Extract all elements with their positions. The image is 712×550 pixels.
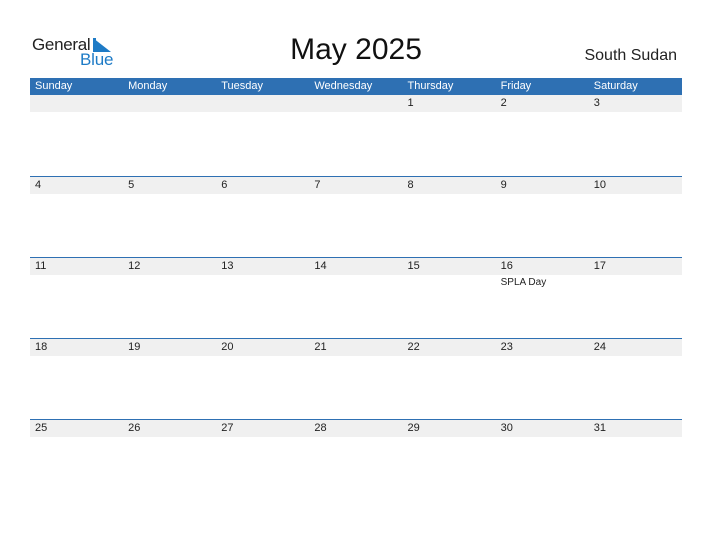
- weekday-thursday: Thursday: [407, 80, 454, 92]
- week-row-1: 1 2 3: [30, 95, 682, 176]
- event-cell: [309, 356, 402, 358]
- country-label: South Sudan: [584, 47, 677, 64]
- day-cell: 13: [221, 260, 234, 272]
- event-cell: [123, 356, 216, 358]
- event-cell: [216, 356, 309, 358]
- weekday-tuesday: Tuesday: [221, 80, 264, 92]
- day-cell: 5: [128, 179, 135, 191]
- event-cell: [496, 112, 589, 114]
- event-cell: [309, 194, 402, 196]
- week-row-5: 25 26 27 28 29 30 31: [30, 419, 682, 500]
- date-strip: 11 12 13 14 15 16 17: [30, 258, 682, 275]
- day-cell: 22: [407, 341, 420, 353]
- day-cell: 3: [593, 97, 600, 109]
- event-cell: [589, 437, 682, 439]
- weekday-saturday: Saturday: [593, 80, 638, 92]
- weekday-monday: Monday: [128, 80, 168, 92]
- weekday-sunday: Sunday: [35, 80, 73, 92]
- day-cell: 16: [500, 260, 513, 272]
- day-cell: 18: [35, 341, 48, 353]
- day-cell: 7: [314, 179, 321, 191]
- calendar-grid: Sunday Monday Tuesday Wednesday Thursday…: [30, 78, 682, 500]
- week-row-2: 4 5 6 7 8 9 10: [30, 176, 682, 257]
- holiday-spla-day: SPLA Day: [500, 277, 547, 288]
- day-cell: [309, 95, 402, 112]
- weekday-wednesday: Wednesday: [314, 80, 373, 92]
- event-cell: [589, 275, 682, 288]
- event-cell: [216, 112, 309, 114]
- day-cell: 6: [221, 179, 228, 191]
- event-row: SPLA Day: [30, 275, 682, 288]
- event-cell: [309, 275, 402, 288]
- event-cell: [30, 194, 123, 196]
- day-cell: [30, 95, 123, 112]
- weekday-friday: Friday: [500, 80, 532, 92]
- event-cell: [403, 437, 496, 439]
- date-strip: 1 2 3: [30, 95, 682, 112]
- day-cell: 14: [314, 260, 327, 272]
- week-row-4: 18 19 20 21 22 23 24: [30, 338, 682, 419]
- event-cell: [123, 112, 216, 114]
- event-cell: [403, 194, 496, 196]
- event-cell: [216, 194, 309, 196]
- event-cell: [403, 356, 496, 358]
- event-cell: [30, 437, 123, 439]
- event-cell: [123, 194, 216, 196]
- event-cell: [123, 437, 216, 439]
- event-row: [30, 112, 682, 114]
- week-row-3: 11 12 13 14 15 16 17 SPLA Day: [30, 257, 682, 338]
- event-cell: [309, 437, 402, 439]
- event-cell: [589, 194, 682, 196]
- event-cell: [496, 194, 589, 196]
- day-cell: 17: [593, 260, 606, 272]
- event-cell: [589, 112, 682, 114]
- day-cell: 1: [407, 97, 414, 109]
- day-cell: 10: [593, 179, 606, 191]
- day-cell: 31: [593, 422, 606, 434]
- event-cell: [403, 112, 496, 114]
- day-cell: 25: [35, 422, 48, 434]
- date-strip: 25 26 27 28 29 30 31: [30, 420, 682, 437]
- date-strip: 18 19 20 21 22 23 24: [30, 339, 682, 356]
- event-cell: [30, 112, 123, 114]
- event-row: [30, 356, 682, 358]
- day-cell: 19: [128, 341, 141, 353]
- event-cell: [30, 275, 123, 288]
- event-cell: [30, 356, 123, 358]
- day-cell: [216, 95, 309, 112]
- event-cell: [496, 356, 589, 358]
- weekday-header: Sunday Monday Tuesday Wednesday Thursday…: [30, 78, 682, 95]
- day-cell: 20: [221, 341, 234, 353]
- event-cell: [403, 275, 496, 288]
- day-cell: 11: [35, 260, 47, 272]
- day-cell: 23: [500, 341, 513, 353]
- day-cell: 15: [407, 260, 420, 272]
- day-cell: 24: [593, 341, 606, 353]
- day-cell: 21: [314, 341, 327, 353]
- day-cell: 27: [221, 422, 234, 434]
- day-cell: [123, 95, 216, 112]
- day-cell: 28: [314, 422, 327, 434]
- day-cell: 4: [35, 179, 42, 191]
- day-cell: 8: [407, 179, 414, 191]
- event-row: [30, 437, 682, 439]
- event-cell: [123, 275, 216, 288]
- day-cell: 30: [500, 422, 513, 434]
- event-row: [30, 194, 682, 196]
- event-cell: [589, 356, 682, 358]
- event-cell: [309, 112, 402, 114]
- day-cell: 2: [500, 97, 507, 109]
- day-cell: 9: [500, 179, 507, 191]
- event-cell: [496, 437, 589, 439]
- day-cell: 26: [128, 422, 141, 434]
- event-cell: [216, 437, 309, 439]
- event-cell: [216, 275, 309, 288]
- day-cell: 12: [128, 260, 141, 272]
- day-cell: 29: [407, 422, 420, 434]
- date-strip: 4 5 6 7 8 9 10: [30, 177, 682, 194]
